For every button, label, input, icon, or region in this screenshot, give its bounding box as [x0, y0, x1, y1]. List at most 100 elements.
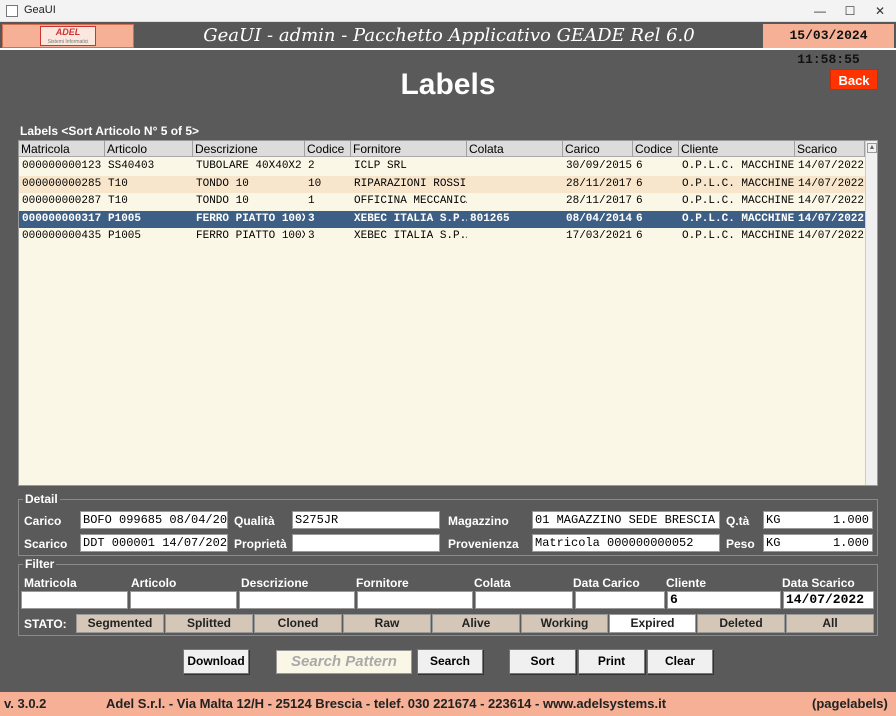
table-scrollbar[interactable]: ▲ [865, 141, 877, 485]
table-row[interactable]: 000000000317 P1005 FERRO PIATTO 100X5 3 XEBE… [19, 210, 865, 228]
filter-matricola-input[interactable] [21, 591, 128, 609]
filter-colata-label: Colata [474, 576, 511, 590]
table-cell: O.P.L.C. MACCHINE [682, 195, 795, 207]
table-cell: OFFICINA MECCANICA [354, 195, 467, 207]
back-button[interactable]: Back [830, 69, 878, 90]
column-header[interactable]: Carico [563, 141, 633, 157]
table-cell: 14/07/2022 [798, 230, 865, 242]
table-cell: 801265 [470, 212, 510, 225]
clear-button[interactable]: Clear [647, 649, 713, 674]
stato-cloned-button[interactable]: Cloned [254, 614, 342, 633]
carico-field[interactable]: BOFO 099685 08/04/2014 [80, 511, 228, 529]
qualita-field[interactable]: S275JR [292, 511, 440, 529]
stato-segmented-button[interactable]: Segmented [76, 614, 164, 633]
stato-alive-button[interactable]: Alive [432, 614, 520, 633]
table-row[interactable]: 000000000123 SS40403 TUBOLARE 40X40X2 2 ICLP… [19, 158, 865, 175]
table-cell: TUBOLARE 40X40X2 [196, 160, 302, 172]
column-header[interactable]: Articolo [105, 141, 193, 157]
print-button[interactable]: Print [578, 649, 645, 674]
adel-logo: ADEL Sistemi Informatici [2, 24, 134, 48]
stato-all-button[interactable]: All [786, 614, 874, 633]
table-cell: P1005 [108, 230, 142, 242]
table-cell: 14/07/2022 [798, 177, 865, 190]
stato-splitted-button[interactable]: Splitted [165, 614, 253, 633]
search-pattern-input[interactable]: Search Pattern [276, 650, 412, 674]
table-cell: 17/03/2021 [566, 230, 633, 242]
column-header[interactable]: Matricola [19, 141, 105, 157]
table-cell: O.P.L.C. MACCHINE [682, 230, 795, 242]
filter-data-carico-input[interactable] [575, 591, 665, 609]
stato-deleted-button[interactable]: Deleted [697, 614, 785, 633]
provenienza-field[interactable]: Matricola 000000000052 [532, 534, 720, 552]
column-header[interactable]: Colata [467, 141, 563, 157]
filter-fornitore-label: Fornitore [356, 576, 409, 590]
filter-data-carico-label: Data Carico [573, 576, 640, 590]
sort-button[interactable]: Sort [509, 649, 576, 674]
table-row[interactable]: 000000000435 P1005 FERRO PIATTO 100X5 3 XEBE… [19, 228, 865, 245]
table-cell: 10 [308, 177, 322, 190]
magazzino-field[interactable]: 01 MAGAZZINO SEDE BRESCIA [532, 511, 720, 529]
table-cell: 6 [636, 177, 643, 190]
scroll-up-icon[interactable]: ▲ [867, 143, 877, 153]
table-cell [467, 228, 563, 245]
table-cell: 000000000285 [22, 177, 102, 190]
proprieta-label: Proprietà [234, 537, 287, 551]
filter-matricola-label: Matricola [24, 576, 77, 590]
proprieta-field[interactable] [292, 534, 440, 552]
filter-data-scarico-input[interactable]: 14/07/2022 [783, 591, 874, 609]
table-cell: 14/07/2022 [798, 212, 865, 225]
column-header[interactable]: Fornitore [351, 141, 467, 157]
stato-expired-button[interactable]: Expired [609, 614, 696, 633]
footer: v. 3.0.2 Adel S.r.l. - Via Malta 12/H - … [0, 692, 896, 716]
peso-label: Peso [726, 537, 755, 551]
filter-descrizione-input[interactable] [239, 591, 355, 609]
table-cell: RIPARAZIONI ROSSI [354, 177, 467, 190]
table-cell: 1 [308, 195, 315, 207]
stato-raw-button[interactable]: Raw [343, 614, 431, 633]
table-cell: 6 [636, 195, 643, 207]
table-cell: 000000000435 [22, 230, 102, 242]
scarico-field[interactable]: DDT 000001 14/07/2022 [80, 534, 228, 552]
filter-cliente-label: Cliente [666, 576, 707, 590]
stato-label: STATO: [24, 617, 67, 631]
close-button[interactable]: ✕ [865, 2, 895, 20]
app-heading: GeaUI - admin - Pacchetto Applicativo GE… [203, 25, 695, 46]
table-row[interactable]: 000000000285 T10 TONDO 10 10 RIPARAZIONI ROS… [19, 175, 865, 193]
column-header[interactable]: Cliente [679, 141, 795, 157]
download-button[interactable]: Download [183, 649, 249, 674]
search-button[interactable]: Search [417, 649, 483, 674]
filter-cliente-input[interactable]: 6 [667, 591, 781, 609]
table-cell: FERRO PIATTO 100X5 [196, 230, 305, 242]
app-header: ADEL Sistemi Informatici GeaUI - admin -… [0, 22, 896, 67]
maximize-button[interactable]: ☐ [835, 2, 865, 20]
qta-field[interactable]: KG 1.000 [763, 511, 873, 529]
table-cell: TONDO 10 [196, 195, 249, 207]
scarico-label: Scarico [24, 537, 68, 551]
table-cell: O.P.L.C. MACCHINE [682, 212, 795, 225]
version-text: v. 3.0.2 [4, 696, 47, 711]
table-cell: 000000000287 [22, 195, 102, 207]
filter-articolo-input[interactable] [130, 591, 237, 609]
window-title: GeaUI [24, 4, 56, 16]
sort-info: Labels <Sort Articolo N° 5 of 5> [20, 124, 200, 138]
table-cell: SS40403 [108, 160, 155, 172]
filter-fornitore-input[interactable] [357, 591, 473, 609]
stato-working-button[interactable]: Working [521, 614, 608, 633]
peso-field[interactable]: KG 1.000 [763, 534, 873, 552]
column-header[interactable]: Scarico [795, 141, 865, 157]
column-header[interactable]: Codice [305, 141, 351, 157]
table-row[interactable]: 000000000287 T10 TONDO 10 1 OFFICINA MECCANI… [19, 193, 865, 210]
column-header[interactable]: Codice [633, 141, 679, 157]
table-cell: ICLP SRL [354, 160, 407, 172]
minimize-button[interactable]: — [805, 2, 835, 20]
table-cell: P1005 [108, 212, 142, 225]
filter-colata-input[interactable] [475, 591, 573, 609]
table-cell: 6 [636, 160, 643, 172]
company-info: Adel S.r.l. - Via Malta 12/H - 25124 Bre… [106, 696, 667, 711]
column-header[interactable]: Descrizione [193, 141, 305, 157]
filter-legend: Filter [23, 557, 57, 571]
app-icon [6, 5, 18, 17]
logo-text: ADEL [55, 27, 81, 37]
filter-articolo-label: Articolo [131, 576, 177, 590]
labels-table[interactable]: Matricola Articolo Descrizione Codice Fo… [18, 140, 878, 486]
